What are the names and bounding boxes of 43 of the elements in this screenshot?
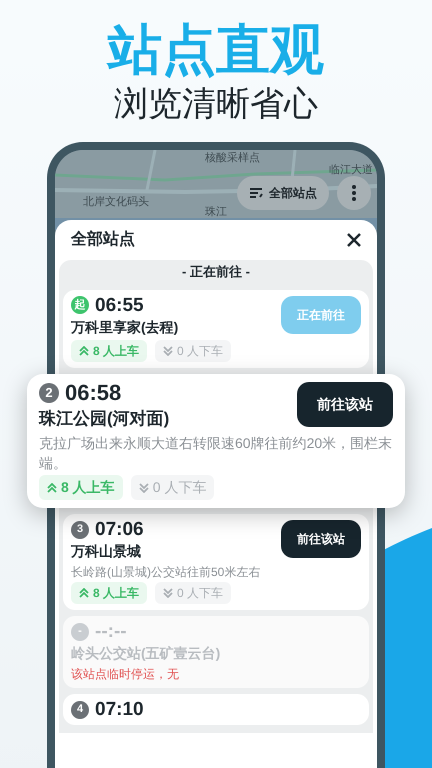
- suspension-notice: 该站点临时停运，无: [71, 666, 180, 682]
- map-label: 临江大道: [329, 163, 373, 178]
- stop-name: 万科里享家(去程): [71, 318, 178, 337]
- alighting-count: 0 人下车: [177, 342, 224, 360]
- stop-name: 岭头公交站(五矿壹云台): [71, 644, 220, 663]
- hero-subtitle: 浏览清晰省心: [114, 84, 318, 125]
- stop-time: 07:10: [95, 700, 144, 719]
- chevrons-up-icon: [79, 346, 89, 356]
- stop-time: 06:58: [65, 382, 122, 404]
- stop-name: 珠江公园(河对面): [39, 408, 170, 430]
- chevrons-up-icon: [79, 588, 89, 598]
- boarding-count: 8 人上车: [93, 585, 140, 602]
- stop-time: 06:55: [95, 296, 144, 314]
- chevrons-up-icon: [47, 482, 57, 492]
- all-stops-button[interactable]: 全部站点: [237, 176, 329, 210]
- map-label: 珠江: [205, 205, 227, 220]
- stop-note: 克拉广场出来永顺大道右转限速60牌往前约20米，围栏末端。: [39, 434, 393, 473]
- stop-badge: -: [71, 622, 89, 640]
- go-to-stop-button[interactable]: 前往该站: [281, 520, 361, 558]
- stop-time: 07:06: [95, 520, 144, 539]
- chevrons-down-icon: [138, 482, 149, 492]
- alighting-count: 0 人下车: [177, 585, 224, 602]
- map-label: 核酸采样点: [205, 150, 260, 166]
- list-icon: [249, 187, 263, 199]
- chevrons-down-icon: [163, 346, 174, 356]
- stop-badge: 起: [71, 296, 89, 314]
- map-label: 北岸文化码头: [83, 194, 149, 210]
- stop-badge: 4: [71, 700, 89, 718]
- more-icon: [352, 185, 356, 201]
- stop-badge: 3: [71, 520, 89, 538]
- section-label: - 正在前往 -: [181, 263, 251, 281]
- chevrons-down-icon: [163, 588, 174, 598]
- stop-note: 长岭路(山景城)公交站往前50米左右: [71, 564, 262, 580]
- stop-name: 万科山景城: [71, 542, 142, 561]
- alighting-count: 0 人下车: [152, 478, 206, 497]
- stop-badge: 2: [39, 382, 59, 402]
- stop-time: --:--: [95, 622, 127, 641]
- hero-title: 站点直观: [108, 19, 324, 82]
- boarding-count: 8 人上车: [61, 478, 115, 497]
- sheet-title: 全部站点: [71, 229, 135, 250]
- go-to-stop-button[interactable]: 前往该站: [297, 382, 393, 426]
- close-icon[interactable]: [347, 233, 361, 247]
- boarding-count: 8 人上车: [93, 342, 140, 360]
